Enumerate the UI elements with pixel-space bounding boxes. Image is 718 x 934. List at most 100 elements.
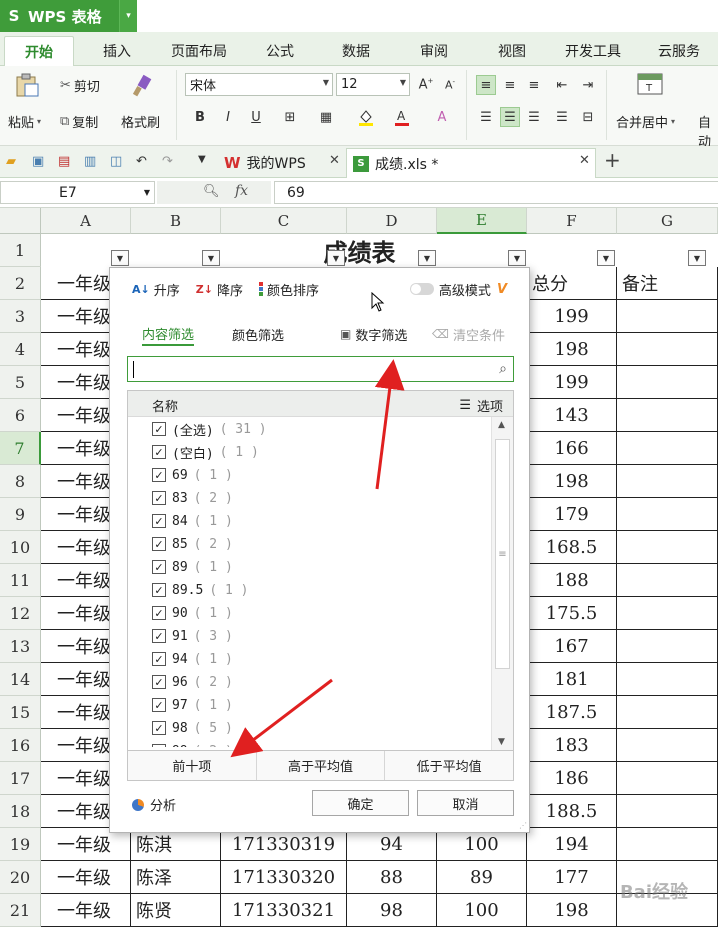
tab-insert[interactable]: 插入 [88, 36, 146, 66]
total-cell[interactable]: 143 [527, 399, 617, 432]
checkbox-checked-icon[interactable]: ✓ [152, 629, 166, 643]
tab-home[interactable]: 开始 [4, 36, 74, 66]
remark-cell[interactable] [617, 795, 718, 828]
total-cell[interactable]: 188 [527, 564, 617, 597]
remark-cell[interactable] [617, 729, 718, 762]
auto-wrap-button[interactable]: 自动 [698, 112, 718, 150]
sort-ascending-button[interactable]: A↓ 升序 [132, 280, 180, 299]
format-painter-button[interactable]: 格式刷 [121, 112, 160, 131]
options-button[interactable]: ☰ 选项 [459, 396, 503, 415]
score-cell[interactable]: 88 [347, 861, 437, 894]
column-header-e[interactable]: E [437, 208, 527, 234]
remark-cell[interactable] [617, 465, 718, 498]
grade-cell[interactable]: 一年级 [41, 894, 131, 927]
score-cell[interactable]: 100 [437, 894, 527, 927]
checkbox-checked-icon[interactable]: ✓ [152, 537, 166, 551]
scroll-thumb[interactable]: ≡ [495, 439, 510, 669]
format-painter-icon-wrap[interactable] [130, 74, 154, 98]
tab-review[interactable]: 审阅 [406, 36, 462, 66]
redo-icon[interactable]: ↷ [162, 154, 173, 169]
indent-increase-button[interactable]: ⇥ [578, 75, 598, 95]
merge-center-button[interactable]: 合并居中 ▾ [616, 112, 675, 131]
doc-tab-mywps[interactable]: W 我的WPS [218, 148, 346, 178]
row-header[interactable]: 19 [0, 828, 41, 861]
distribute-button[interactable]: ⊟ [578, 107, 598, 127]
filter-list-item[interactable]: ✓ 85 ( 2 ) [152, 534, 233, 554]
name-box[interactable]: E7 ▼ [0, 181, 155, 204]
row-header[interactable]: 7 [0, 432, 41, 465]
above-average-button[interactable]: 高于平均值 [257, 751, 386, 780]
filter-list-item[interactable]: ✓ 69 ( 1 ) [152, 465, 233, 485]
close-icon[interactable]: ✕ [579, 153, 590, 168]
top-ten-button[interactable]: 前十项 [128, 751, 257, 780]
remark-cell[interactable] [617, 696, 718, 729]
column-header-c[interactable]: C [221, 208, 347, 234]
filter-list-item[interactable]: ✓ (空白) ( 1 ) [152, 442, 259, 462]
align-middle-button[interactable]: ≡ [500, 75, 520, 95]
checkbox-checked-icon[interactable]: ✓ [152, 698, 166, 712]
app-menu-button[interactable]: S WPS 表格 ▾ [0, 0, 137, 32]
checkbox-checked-icon[interactable]: ✓ [152, 721, 166, 735]
filter-list-item[interactable]: ✓ 83 ( 2 ) [152, 488, 233, 508]
total-cell[interactable]: 181 [527, 663, 617, 696]
resize-grip-icon[interactable]: ⋰ [519, 821, 527, 830]
total-cell[interactable]: 198 [527, 333, 617, 366]
underline-button[interactable]: U [246, 107, 266, 127]
checkbox-checked-icon[interactable]: ✓ [152, 744, 166, 747]
remark-cell[interactable] [617, 630, 718, 663]
student-id-cell[interactable]: 171330320 [221, 861, 347, 894]
select-all-corner[interactable] [0, 208, 41, 234]
checkbox-checked-icon[interactable]: ✓ [152, 560, 166, 574]
total-cell[interactable]: 186 [527, 762, 617, 795]
remark-cell[interactable] [617, 399, 718, 432]
total-cell[interactable]: 177 [527, 861, 617, 894]
filter-dropdown-b[interactable]: ▼ [202, 250, 220, 266]
scroll-down-icon[interactable]: ▼ [498, 737, 505, 747]
justify-button[interactable]: ☰ [552, 107, 572, 127]
filter-dropdown-f[interactable]: ▼ [597, 250, 615, 266]
shrink-font-button[interactable]: A- [440, 75, 460, 95]
indent-decrease-button[interactable]: ⇤ [552, 75, 572, 95]
filter-dropdown-g[interactable]: ▼ [688, 250, 706, 266]
remark-cell[interactable] [617, 432, 718, 465]
row-header[interactable]: 5 [0, 366, 41, 399]
align-left-button[interactable]: ☰ [476, 107, 496, 127]
score-cell[interactable]: 98 [347, 894, 437, 927]
score-cell[interactable]: 89 [437, 861, 527, 894]
column-header-b[interactable]: B [131, 208, 221, 234]
checkbox-checked-icon[interactable]: ✓ [152, 491, 166, 505]
doc-tab-grades[interactable]: S 成绩.xls * [346, 148, 596, 178]
paste-menu[interactable]: 粘贴 ▾ [8, 112, 41, 131]
remark-cell[interactable] [617, 597, 718, 630]
row-header[interactable]: 21 [0, 894, 41, 927]
remark-cell[interactable] [617, 300, 718, 333]
below-average-button[interactable]: 低于平均值 [385, 751, 513, 780]
total-cell[interactable]: 198 [527, 465, 617, 498]
tab-cloud[interactable]: 云服务 [644, 36, 714, 66]
remark-cell[interactable] [617, 333, 718, 366]
total-cell[interactable]: 168.5 [527, 531, 617, 564]
remark-cell[interactable] [617, 498, 718, 531]
filter-dropdown-e[interactable]: ▼ [508, 250, 526, 266]
row-header[interactable]: 11 [0, 564, 41, 597]
ok-button[interactable]: 确定 [312, 790, 409, 816]
checkbox-checked-icon[interactable]: ✓ [152, 445, 166, 459]
font-name-combo[interactable]: 宋体 ▼ [185, 73, 333, 96]
merge-icon-wrap[interactable]: T [637, 72, 663, 96]
filter-list-item[interactable]: ✓ 96 ( 2 ) [152, 672, 233, 692]
cut-button[interactable]: ✂ 剪切 [60, 76, 100, 95]
row-header[interactable]: 16 [0, 729, 41, 762]
remark-cell[interactable] [617, 564, 718, 597]
number-filter-button[interactable]: ▣ 数字筛选 [340, 322, 407, 346]
row-header[interactable]: 4 [0, 333, 41, 366]
quick-access-dropdown-icon[interactable]: ▼ [198, 154, 206, 165]
row-header[interactable]: 3 [0, 300, 41, 333]
row-header[interactable]: 12 [0, 597, 41, 630]
clear-format-button[interactable]: A [432, 107, 452, 127]
print-preview-icon[interactable]: ◫ [110, 154, 122, 169]
column-header-f[interactable]: F [527, 208, 617, 234]
export-pdf-icon[interactable]: ▤ [58, 154, 70, 169]
row-header[interactable]: 9 [0, 498, 41, 531]
filter-list-item[interactable]: ✓ 98 ( 5 ) [152, 718, 233, 738]
grade-cell[interactable]: 一年级 [41, 861, 131, 894]
